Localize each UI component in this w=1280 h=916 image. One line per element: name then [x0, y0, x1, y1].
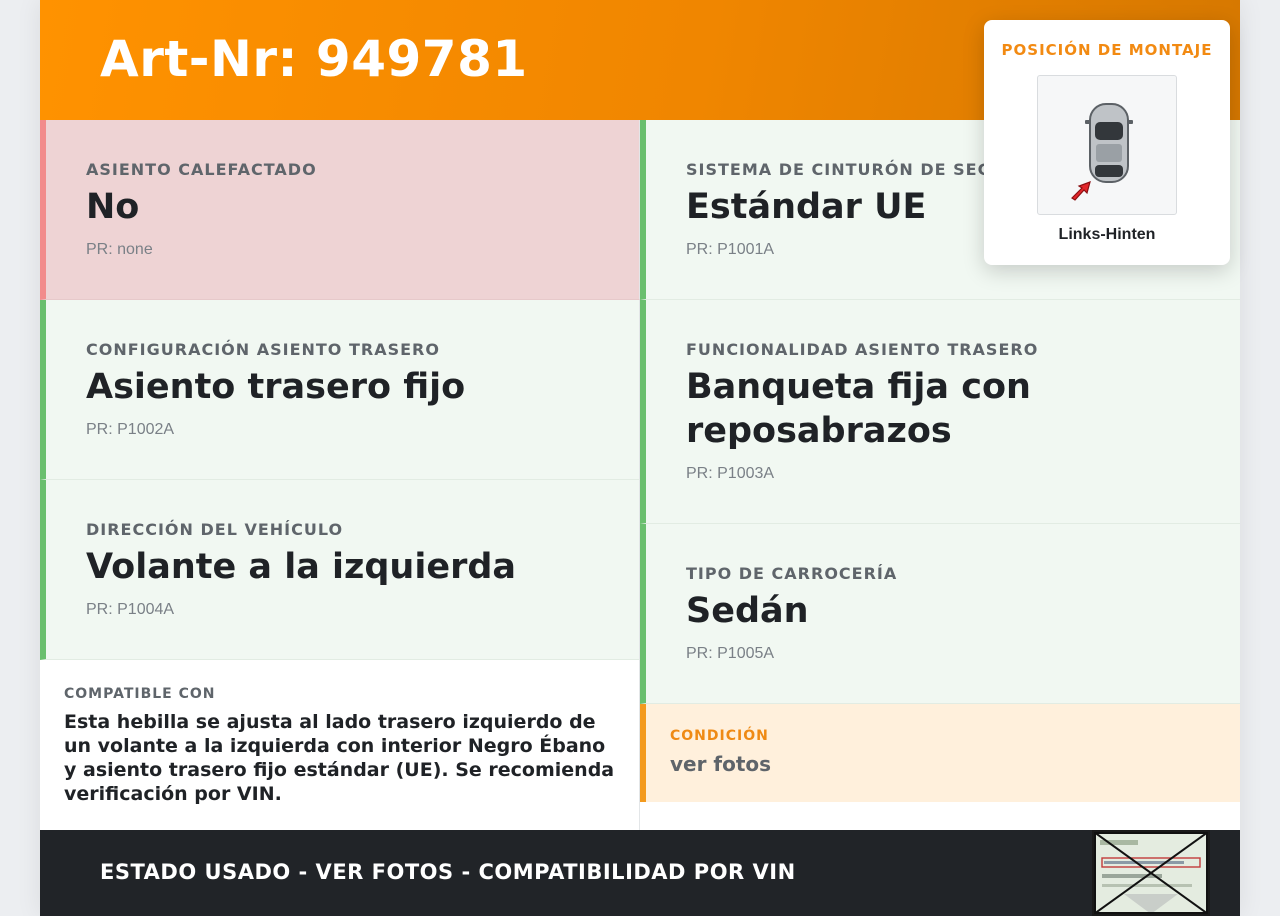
left-column: ASIENTO CALEFACTADO No PR: none CONFIGUR…: [40, 120, 640, 830]
spec-label: FUNCIONALIDAD ASIENTO TRASERO: [686, 340, 1039, 359]
spec-cell-rear-seat-config: CONFIGURACIÓN ASIENTO TRASERO Asiento tr…: [40, 300, 640, 480]
spec-label: TIPO DE CARROCERÍA: [686, 564, 898, 583]
spec-value: Banqueta fija con reposabrazos: [686, 367, 1031, 451]
condition-section: CONDICIÓN ver fotos: [640, 704, 1240, 802]
car-diagram: [1037, 75, 1177, 215]
document-envelope-icon: [1093, 831, 1209, 915]
compatibility-text: Esta hebilla se ajusta al lado trasero i…: [64, 711, 615, 805]
spec-cell-rear-seat-function: FUNCIONALIDAD ASIENTO TRASERO Banqueta f…: [640, 300, 1240, 524]
mounting-position-value: Links-Hinten: [1058, 226, 1156, 243]
spec-value: Asiento trasero fijo: [86, 367, 466, 407]
spec-cell-body-type: TIPO DE CARROCERÍA Sedán PR: P1005A: [640, 524, 1240, 704]
mounting-position-card: POSICIÓN DE MONTAJE Links-Hinten: [984, 20, 1230, 265]
spec-pr-code: PR: P1004A: [86, 601, 175, 618]
spec-value: Volante a la izquierda: [86, 547, 517, 587]
article-number-title: Art-Nr: 949781: [100, 30, 528, 88]
spec-label: DIRECCIÓN DEL VEHÍCULO: [86, 520, 344, 539]
spec-cell-steering: DIRECCIÓN DEL VEHÍCULO Volante a la izqu…: [40, 480, 640, 660]
footer-bar: ESTADO USADO - VER FOTOS - COMPATIBILIDA…: [40, 830, 1240, 916]
spec-pr-code: PR: none: [86, 241, 153, 258]
spec-pr-code: PR: P1003A: [686, 465, 775, 482]
spec-pr-code: PR: P1002A: [86, 421, 175, 438]
spec-cell-heated-seat: ASIENTO CALEFACTADO No PR: none: [40, 120, 640, 300]
spec-label: ASIENTO CALEFACTADO: [86, 160, 317, 179]
condition-text: ver fotos: [670, 752, 772, 776]
spec-label: CONFIGURACIÓN ASIENTO TRASERO: [86, 340, 440, 359]
document-thumbnail[interactable]: [1092, 830, 1210, 916]
footer-text: ESTADO USADO - VER FOTOS - COMPATIBILIDA…: [100, 860, 796, 884]
spec-value: No: [86, 187, 140, 227]
car-top-view-icon: [1071, 103, 1133, 201]
condition-label: CONDICIÓN: [670, 728, 769, 744]
spec-pr-code: PR: P1005A: [686, 645, 775, 662]
spec-value: Sedán: [686, 591, 809, 631]
compatibility-section: COMPATIBLE CON Esta hebilla se ajusta al…: [40, 660, 640, 830]
mounting-position-title: POSICIÓN DE MONTAJE: [1001, 41, 1213, 59]
compatibility-label: COMPATIBLE CON: [64, 686, 216, 702]
